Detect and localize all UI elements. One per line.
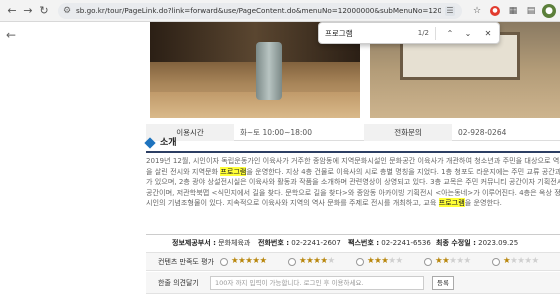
arrow-right-icon[interactable]: → [20,3,36,19]
radio-button[interactable] [492,258,500,266]
url-text[interactable]: sb.go.kr/tour/PageLink.do?link=forward&u… [76,3,441,19]
reload-icon[interactable]: ↻ [36,3,52,19]
find-input[interactable]: 프로그램 [325,26,405,41]
chevron-up-icon[interactable]: ⌃ [443,26,457,41]
gallery-prev-icon[interactable]: ← [6,28,16,42]
star-icon: ★★★★★ [367,256,403,266]
section-title: 소개 [160,138,177,148]
rating-label: 컨텐츠 만족도 평가 [158,258,214,266]
sidepanel-icon[interactable]: ▤ [524,4,538,18]
comment-form: 한줄 의견달기 100자 까지 입력이 가능합니다. 로그인 후 이용하세요. … [146,272,560,294]
dept-info: 정보제공부서 : 문화체육과 [172,239,251,247]
phone-value: 02-928-0264 [458,128,507,137]
divider [146,234,560,235]
bookmark-icon[interactable]: ☆ [470,4,484,18]
extensions-puzzle-icon[interactable]: ▦ [506,4,520,18]
intro-line: 2019년 12월, 시인이자 독립운동가인 이육사가 거주한 종암동에 지역문… [146,156,560,165]
tel-info: 전화번호 : 02-2241-2607 [258,239,341,247]
star-icon: ★★★★★ [299,256,335,266]
star-icon: ★★★★★ [231,256,267,266]
satisfaction-rating: 컨텐츠 만족도 평가 ★★★★★ ★★★★★ ★★★★★ ★★★★★ ★★★★★ [146,252,560,271]
hours-value: 화~토 10:00~18:00 [240,128,312,137]
close-icon[interactable]: ✕ [481,26,495,41]
comment-label: 한줄 의견달기 [158,279,199,287]
radio-button[interactable] [220,258,228,266]
intro-line: 시인의 기념조형물이 있다. 지속적으로 이육사와 지역의 역사 문화를 주제로… [146,198,502,208]
chevron-down-icon[interactable]: ⌄ [461,26,475,41]
extension-icon[interactable]: ● [490,6,500,16]
star-icon: ★★★★★ [435,256,471,266]
radio-button[interactable] [288,258,296,266]
radio-button[interactable] [356,258,364,266]
star-icon: ★★★★★ [503,256,539,266]
intro-line: 을 살린 전시와 지역문화 프로그램을 운영한다. 지상 4층 건물로 이육사의… [146,166,560,176]
intro-line: 가 있으며, 2층 광야 상설전시실은 이육사와 활동과 작품을 소개하며 관련… [146,177,560,187]
radio-button[interactable] [424,258,432,266]
info-table: 이용시간 화~토 10:00~18:00 전화문의 02-928-0264 [146,124,560,141]
search-highlight-active: 프로그램 [438,198,465,208]
comment-input[interactable]: 100자 까지 입력이 가능합니다. 로그인 후 이용하세요. [210,276,424,290]
intro-text: 2019년 12월, 시인이자 독립운동가인 이육사가 거주한 종암동에 지역문… [146,156,560,209]
translate-icon[interactable]: ☰ [445,6,455,16]
divider [146,151,560,153]
address-bar[interactable]: ⚙ sb.go.kr/tour/PageLink.do?link=forward… [58,3,462,19]
search-highlight: 프로그램 [220,166,247,176]
phone-label: 전화문의 [364,124,452,141]
browser-toolbar: ← → ↻ ⚙ sb.go.kr/tour/PageLink.do?link=f… [0,0,560,22]
submit-button[interactable]: 등록 [432,276,454,290]
find-bar: 프로그램 1/2 ⌃ ⌄ ✕ [318,22,500,44]
site-info-icon[interactable]: ⚙ [63,3,71,19]
find-match-count: 1/2 [417,29,429,37]
page-info: 정보제공부서 : 문화체육과 전화번호 : 02-2241-2607 팩스번호 … [146,237,560,250]
arrow-left-icon[interactable]: ← [4,3,20,19]
fax-info: 팩스번호 : 02-2241-6536 [348,239,431,247]
avatar[interactable]: ● [542,4,556,18]
updated-info: 최종 수정일 : 2023.09.25 [436,239,519,247]
intro-line: 공간이며, 저관학북맵 <식민지에서 길을 찾다. 문학으로 길을 찾다>와 종… [146,187,560,197]
